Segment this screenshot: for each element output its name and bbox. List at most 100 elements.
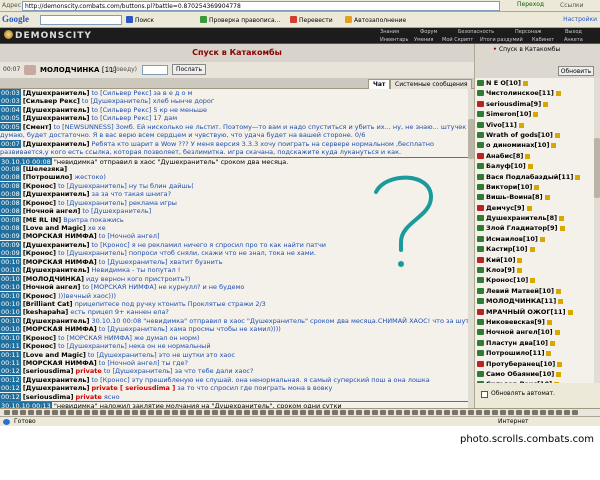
- message-author[interactable]: [Душехранитель]: [23, 241, 90, 249]
- info-icon[interactable]: [546, 319, 552, 325]
- info-icon[interactable]: [556, 371, 562, 377]
- user-list-item[interactable]: Чистолинское[11]: [475, 88, 600, 98]
- user-list-item[interactable]: Исмаилов[10]: [475, 234, 600, 244]
- message-author[interactable]: [Love and Magic]: [23, 224, 86, 232]
- refresh-button[interactable]: Обновить: [558, 66, 594, 76]
- google-search-button[interactable]: Поиск: [126, 16, 154, 24]
- message-author[interactable]: [МОРСКАЯ НИМФА]: [23, 325, 97, 333]
- bottom-bar-icon[interactable]: [36, 410, 42, 415]
- bottom-bar-icon[interactable]: [532, 410, 538, 415]
- message-author[interactable]: [Кронос]: [23, 199, 56, 207]
- google-search-input[interactable]: [40, 15, 122, 25]
- bottom-bar-icon[interactable]: [452, 410, 458, 415]
- info-icon[interactable]: [559, 226, 565, 232]
- bottom-bar-icon[interactable]: [244, 410, 250, 415]
- bottom-bar-icon[interactable]: [84, 410, 90, 415]
- user-list-item[interactable]: МРАЧНЫЙ ОЖОГ[11]: [475, 307, 600, 317]
- links-button[interactable]: Ссылки: [560, 2, 584, 9]
- message-author[interactable]: [Смент]: [23, 123, 52, 131]
- bottom-bar-icon[interactable]: [292, 410, 298, 415]
- bottom-bar-icon[interactable]: [500, 410, 506, 415]
- message-author[interactable]: [Кронос]: [23, 334, 56, 342]
- user-name[interactable]: Балуф[10]: [486, 162, 526, 170]
- bottom-bar-icon[interactable]: [516, 410, 522, 415]
- user-list-item[interactable]: Никовевская[9]: [475, 317, 600, 327]
- bottom-bar-icon[interactable]: [148, 410, 154, 415]
- user-list-item[interactable]: Протуберанец[10]: [475, 359, 600, 369]
- info-icon[interactable]: [527, 164, 533, 170]
- user-list-item[interactable]: Виктори[10]: [475, 182, 600, 192]
- info-icon[interactable]: [530, 278, 536, 284]
- bottom-bar-icon[interactable]: [124, 410, 130, 415]
- bottom-bar-icon[interactable]: [380, 410, 386, 415]
- user-list-item[interactable]: Вася Подлабаздый[11]: [475, 172, 600, 182]
- bottom-bar-icon[interactable]: [428, 410, 434, 415]
- menu-skills[interactable]: Умения: [414, 37, 433, 43]
- message-author[interactable]: [Потрошило]: [23, 173, 72, 181]
- user-name[interactable]: МРАЧНЫЙ ОЖОГ[11]: [486, 308, 566, 316]
- bottom-bar-icon[interactable]: [132, 410, 138, 415]
- bottom-bar-icon[interactable]: [540, 410, 546, 415]
- user-list-item[interactable]: МОЛОДЧИНКА[11]: [475, 296, 600, 306]
- user-name[interactable]: Кастир[10]: [486, 245, 528, 253]
- bottom-bar-icon[interactable]: [260, 410, 266, 415]
- user-list-item[interactable]: N E O[10]: [475, 78, 600, 88]
- bottom-bar-icon[interactable]: [108, 410, 114, 415]
- info-icon[interactable]: [575, 174, 581, 180]
- send-button[interactable]: Послать: [172, 64, 206, 75]
- user-name[interactable]: Демчус[9]: [486, 204, 525, 212]
- bottom-bar-icon[interactable]: [12, 410, 18, 415]
- user-name[interactable]: Чистолинское[11]: [486, 89, 554, 97]
- info-icon[interactable]: [546, 351, 552, 357]
- menu-forum[interactable]: Форум: [420, 29, 437, 35]
- bottom-bar-icon[interactable]: [44, 410, 50, 415]
- bottom-bar-icon[interactable]: [524, 410, 530, 415]
- user-name[interactable]: Исмаилов[10]: [486, 235, 538, 243]
- bottom-bar-icon[interactable]: [172, 410, 178, 415]
- user-list-scrollbar[interactable]: [594, 78, 600, 383]
- bottom-bar-icon[interactable]: [476, 410, 482, 415]
- message-author[interactable]: [Шелезяка]: [23, 165, 67, 173]
- user-name[interactable]: Анабис[8]: [486, 152, 523, 160]
- bottom-bar-icon[interactable]: [140, 410, 146, 415]
- message-author[interactable]: [Сильвер Рекс]: [23, 97, 80, 105]
- bottom-bar-icon[interactable]: [460, 410, 466, 415]
- bottom-bar-icon[interactable]: [52, 410, 58, 415]
- bottom-bar-icon[interactable]: [4, 410, 10, 415]
- user-list-item[interactable]: Левий Матвей[10]: [475, 286, 600, 296]
- user-list-item[interactable]: Вишь-Воина[8]: [475, 192, 600, 202]
- bottom-bar-icon[interactable]: [252, 410, 258, 415]
- message-author[interactable]: [Ночной ангел]: [23, 207, 81, 215]
- info-icon[interactable]: [522, 81, 528, 86]
- translate-button[interactable]: Перевести: [290, 16, 333, 24]
- tab-chat[interactable]: Чат: [368, 79, 391, 89]
- bottom-bar-icon[interactable]: [332, 410, 338, 415]
- bottom-bar-icon[interactable]: [276, 410, 282, 415]
- info-icon[interactable]: [558, 299, 564, 305]
- user-name[interactable]: Виктори[10]: [486, 183, 532, 191]
- bottom-bar-icon[interactable]: [204, 410, 210, 415]
- bottom-bar-icon[interactable]: [316, 410, 322, 415]
- info-icon[interactable]: [551, 143, 557, 149]
- user-list-item[interactable]: Кастир[10]: [475, 244, 600, 254]
- bottom-bar-icon[interactable]: [196, 410, 202, 415]
- message-author[interactable]: [Кронос]: [23, 342, 56, 350]
- auto-refresh-checkbox[interactable]: [481, 391, 488, 398]
- bottom-bar-icon[interactable]: [356, 410, 362, 415]
- bottom-bar-icon[interactable]: [300, 410, 306, 415]
- user-name[interactable]: N E O[10]: [486, 79, 521, 87]
- message-author[interactable]: [Кронос]: [23, 182, 56, 190]
- user-list-item[interactable]: Кронос[10]: [475, 275, 600, 285]
- bottom-bar-icon[interactable]: [484, 410, 490, 415]
- user-list-item[interactable]: Ночной ангел[10]: [475, 327, 600, 337]
- bottom-bar-icon[interactable]: [420, 410, 426, 415]
- bottom-bar-icon[interactable]: [508, 410, 514, 415]
- message-author[interactable]: [Кронос]: [23, 292, 56, 300]
- message-author[interactable]: [МОРСКАЯ НИМФА]: [23, 359, 97, 367]
- user-name[interactable]: Левий Матвей[10]: [486, 287, 554, 295]
- message-author[interactable]: [Кронос]: [23, 249, 56, 257]
- user-scroll-thumb[interactable]: [594, 138, 600, 198]
- info-icon[interactable]: [539, 236, 545, 242]
- info-icon[interactable]: [525, 153, 531, 159]
- message-author[interactable]: [Душехранитель]: [23, 266, 90, 274]
